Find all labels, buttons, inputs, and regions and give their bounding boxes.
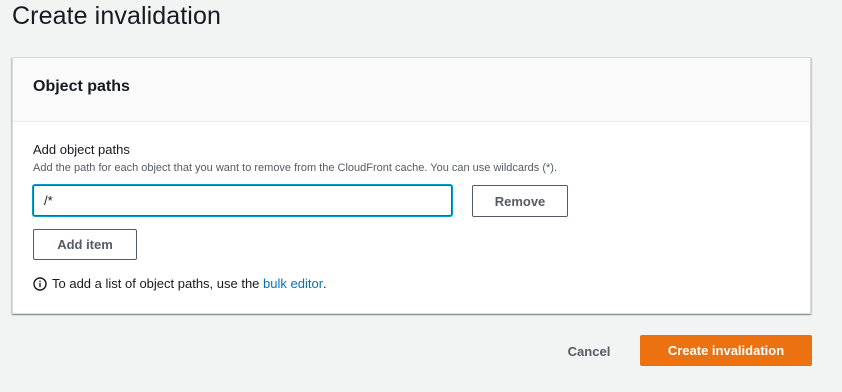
info-text-end: . xyxy=(323,276,327,291)
field-label: Add object paths xyxy=(33,142,130,157)
field-description: Add the path for each object that you wa… xyxy=(33,162,558,174)
info-text: To add a list of object paths, use the xyxy=(52,276,260,291)
object-path-input[interactable] xyxy=(33,185,452,216)
remove-button[interactable]: Remove xyxy=(472,185,568,217)
add-item-button[interactable]: Add item xyxy=(33,229,137,260)
panel-header: Object paths xyxy=(13,58,810,122)
page-title: Create invalidation xyxy=(12,2,221,30)
object-paths-panel: Object paths Add object paths Add the pa… xyxy=(12,57,811,314)
info-circle-icon xyxy=(33,276,47,291)
cancel-button[interactable]: Cancel xyxy=(556,336,622,366)
bulk-editor-link[interactable]: bulk editor xyxy=(263,276,323,291)
create-invalidation-button[interactable]: Create invalidation xyxy=(640,335,812,366)
bulk-editor-info: To add a list of object paths, use the b… xyxy=(33,276,327,291)
panel-title: Object paths xyxy=(33,78,130,95)
